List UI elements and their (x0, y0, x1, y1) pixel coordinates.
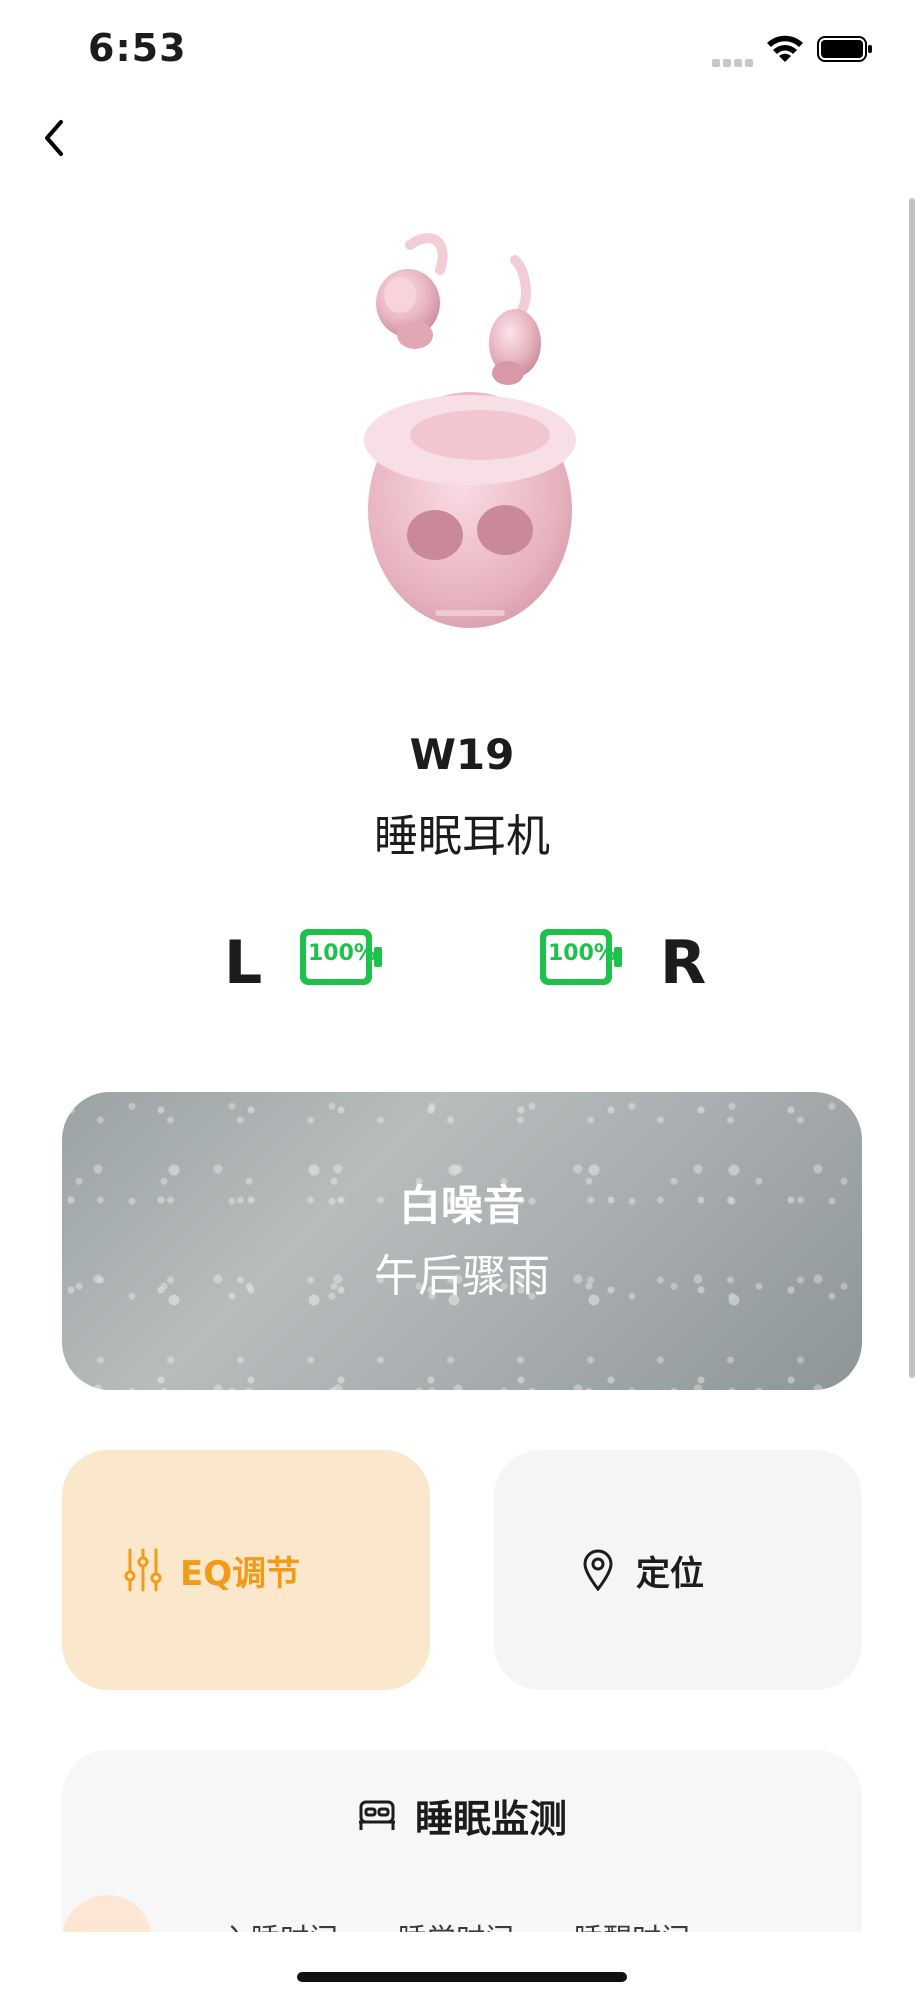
white-noise-card[interactable]: 白噪音 午后骤雨 (62, 1092, 862, 1390)
back-button[interactable] (30, 110, 78, 166)
battery-icon (817, 36, 872, 62)
cellular-signal-icon (712, 52, 756, 67)
sleep-monitor-header: 睡眠监测 (62, 1788, 862, 1843)
product-name: 睡眠耳机 (374, 811, 550, 862)
locate-button[interactable]: 定位 (494, 1450, 862, 1690)
right-earbud-label: R (660, 928, 707, 998)
left-battery-text: 100% (308, 941, 376, 966)
right-battery-indicator: 100% (538, 927, 624, 987)
sleep-monitor-title: 睡眠监测 (414, 1797, 567, 1841)
locate-label: 定位 (636, 1553, 704, 1594)
white-noise-title: 白噪音 (398, 1181, 525, 1230)
wifi-icon (767, 35, 803, 62)
right-battery-text: 100% (548, 941, 616, 966)
location-pin-icon (583, 1549, 613, 1591)
product-model: W19 (409, 730, 515, 779)
home-indicator[interactable] (297, 1972, 627, 1982)
back-chevron-icon (45, 120, 63, 156)
eq-label: EQ调节 (180, 1553, 301, 1594)
eq-button[interactable]: EQ调节 (62, 1450, 430, 1690)
eq-sliders-icon (124, 1548, 162, 1592)
status-bar: 6:53 (0, 0, 924, 100)
bed-icon (358, 1800, 395, 1830)
earbuds-product-image (364, 233, 576, 628)
bottom-safe-area (0, 1932, 924, 2000)
white-noise-track: 午后骤雨 (374, 1251, 550, 1302)
status-time: 6:53 (88, 26, 187, 70)
left-battery-indicator: 100% (298, 927, 384, 987)
left-earbud-label: L (224, 928, 263, 998)
scrollbar[interactable] (909, 198, 915, 1378)
